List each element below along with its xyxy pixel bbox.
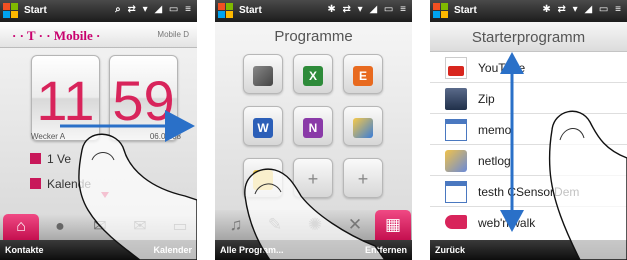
softkey-bar: Kontakte Kalender (0, 240, 197, 260)
onenote-tile[interactable]: N (293, 106, 333, 146)
windows-start-icon[interactable] (3, 3, 19, 19)
word-tile[interactable]: W (243, 106, 283, 146)
messages-tab-icon[interactable]: ✉ (82, 214, 118, 240)
softkey-right[interactable]: Entfernen (365, 245, 407, 255)
tmobile-logo: · · T · · Mobile · (12, 28, 101, 43)
plus-icon: + (307, 169, 319, 189)
start-title[interactable]: Start (24, 5, 47, 16)
home-screen: Start ⌕ ⇄ ▾ ◢ ▭ ≡ · · T · · Mobile · Mob… (0, 0, 197, 260)
calendar-icon (30, 178, 41, 189)
zip-icon (445, 88, 467, 110)
plus-icon: + (357, 169, 369, 189)
list-item[interactable]: Zip (430, 83, 627, 114)
file-explorer-icon (253, 170, 273, 191)
list-item-label: Kalende (47, 177, 92, 191)
starter-programs-screen: Start ✱ ⇄ ▾ ◢ ▭ ≡ Starterprogramm YouTub… (430, 0, 627, 260)
home-tab-icon[interactable]: ⌂ (3, 214, 39, 240)
page-header: Starterprogramm (430, 22, 627, 52)
list-item[interactable]: netlog (430, 145, 627, 176)
list-item[interactable]: testh CSensorDem (430, 176, 627, 207)
list-item-label: testh CSensorDem (478, 185, 580, 199)
softkey-bar: Alle Program... Entfernen (215, 240, 412, 260)
expand-indicator-icon (101, 192, 109, 198)
date-label: 06.06.08 (149, 132, 181, 141)
softkey-bar: Zurück (430, 240, 627, 260)
onenote-icon: N (303, 118, 323, 139)
start-title[interactable]: Start (454, 5, 477, 16)
clock-hours: 11 (36, 69, 95, 132)
windows-start-icon[interactable] (218, 3, 234, 19)
notes-tile[interactable] (343, 106, 383, 146)
missed-call-icon (30, 153, 41, 164)
list-item[interactable]: 1 Ve (30, 152, 71, 166)
window-icon (445, 119, 467, 141)
start-title[interactable]: Start (239, 5, 262, 16)
list-item-label: netlog (478, 154, 511, 168)
clock-minutes-card[interactable]: 59 (109, 55, 178, 141)
alarm-label[interactable]: Wecker A (31, 132, 65, 141)
office-icon: E (353, 66, 373, 87)
status-bar: Start ✱ ⇄ ▾ ◢ ▭ ≡ (430, 0, 627, 22)
tmobile-header: · · T · · Mobile · Mobile D (0, 22, 197, 48)
softkey-left[interactable]: Alle Program... (220, 245, 284, 255)
list-item[interactable]: web'n'walk (430, 207, 627, 238)
status-bar: Start ⌕ ⇄ ▾ ◢ ▭ ≡ (0, 0, 197, 22)
softkey-left[interactable]: Zurück (435, 245, 465, 255)
status-icons: ⌕ ⇄ ▾ ◢ ▭ ≡ (115, 4, 193, 15)
music-tab-icon[interactable]: ♫ (218, 210, 254, 240)
list-item-label: web'n'walk (478, 216, 536, 230)
webnwalk-icon (445, 215, 467, 229)
starter-programs-content: Starterprogramm YouTube Zip memo netlog … (430, 22, 627, 240)
list-item-label: YouTube (478, 61, 526, 75)
list-item-label: Zip (478, 92, 495, 106)
word-icon: W (253, 118, 273, 139)
add-program-tile[interactable]: + (293, 158, 333, 198)
programs-content: Programme X E W N + + ♫ ✎ ✺ ✕ ▦ (215, 22, 412, 240)
home-content: · · T · · Mobile · Mobile D 11 59 Wecker… (0, 22, 197, 240)
list-item-label: memo (478, 123, 512, 137)
list-item[interactable]: memo (430, 114, 627, 145)
add-program-tile[interactable]: + (343, 158, 383, 198)
youtube-icon (445, 57, 467, 79)
window-icon (445, 181, 467, 203)
softkey-right[interactable]: Kalender (153, 245, 192, 255)
excel-tile[interactable]: X (293, 54, 333, 94)
more-tab-icon[interactable]: ▭ (162, 214, 197, 240)
pen-tab-icon[interactable]: ✎ (257, 210, 293, 240)
list-item[interactable]: Kalende (30, 177, 91, 191)
clock-minutes: 59 (112, 69, 175, 132)
tools-tab-icon[interactable]: ✕ (337, 210, 373, 240)
header-right-label: Mobile D (157, 30, 189, 39)
clock-hours-card[interactable]: 11 (31, 55, 100, 141)
list-item-label: 1 Ve (47, 152, 72, 166)
activesync-tile[interactable] (243, 54, 283, 94)
list-item[interactable]: YouTube (430, 52, 627, 83)
mail-tab-icon[interactable]: ✉ (122, 214, 158, 240)
programs-tabbar: ♫ ✎ ✺ ✕ ▦ (215, 210, 412, 240)
page-title: Programme (274, 28, 353, 45)
softkey-left[interactable]: Kontakte (5, 245, 44, 255)
settings-tab-icon[interactable]: ✺ (297, 210, 333, 240)
file-explorer-tile[interactable] (243, 158, 283, 198)
excel-icon: X (303, 66, 323, 87)
page-title: Starterprogramm (471, 29, 586, 46)
programs-tab-icon[interactable]: ▦ (375, 210, 411, 240)
status-icons: ✱ ⇄ ▾ ◢ ▭ ≡ (542, 4, 623, 15)
contacts-tab-icon[interactable]: ● (42, 214, 78, 240)
activesync-icon (253, 66, 273, 87)
status-icons: ✱ ⇄ ▾ ◢ ▭ ≡ (327, 4, 408, 15)
programs-screen: Start ✱ ⇄ ▾ ◢ ▭ ≡ Programme X E W N + + (215, 0, 412, 260)
office-tile[interactable]: E (343, 54, 383, 94)
netlog-icon (445, 150, 467, 172)
windows-start-icon[interactable] (433, 3, 449, 19)
notes-icon (353, 118, 373, 139)
home-tabbar: ⌂ ● ✉ ✉ ▭ (0, 214, 197, 240)
status-bar: Start ✱ ⇄ ▾ ◢ ▭ ≡ (215, 0, 412, 22)
clock-footer: Wecker A 06.06.08 (31, 132, 181, 141)
